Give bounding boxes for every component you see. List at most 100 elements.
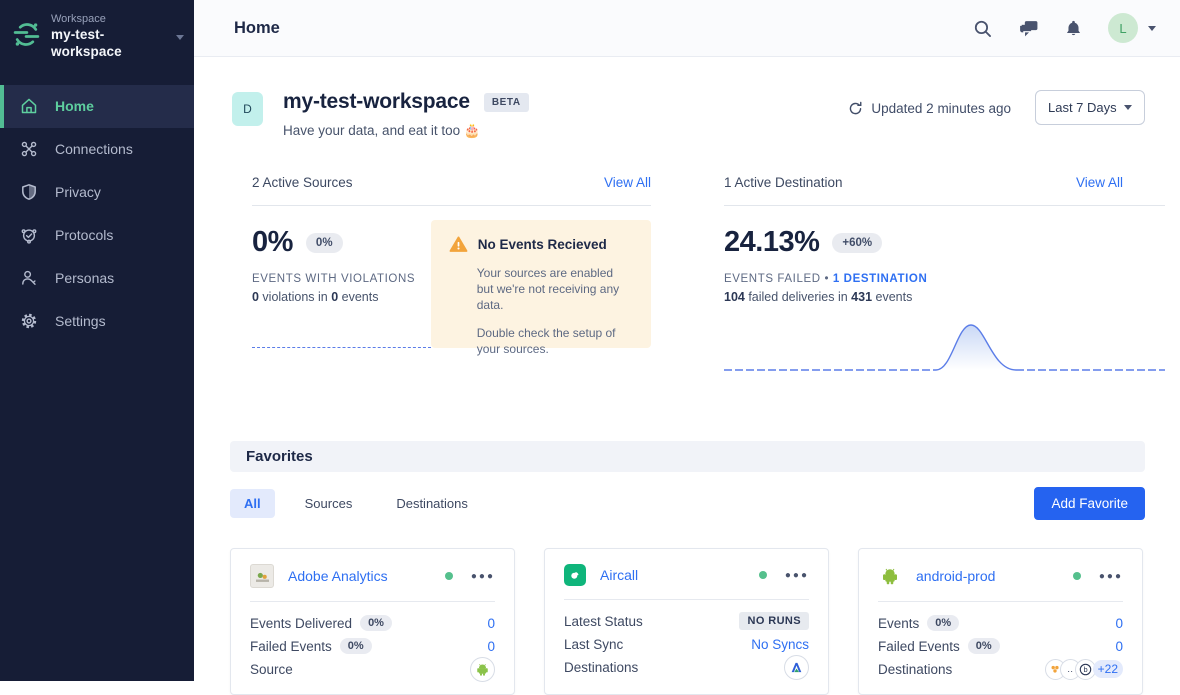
sidebar-item-label: Connections [55, 141, 133, 157]
time-range-select[interactable]: Last 7 Days [1035, 90, 1145, 125]
violations-stat: 0% 0% EVENTS WITH VIOLATIONS 0 violation… [252, 220, 431, 348]
connections-icon [20, 140, 38, 158]
aircall-icon [564, 564, 586, 586]
protocols-icon [20, 226, 38, 244]
sidebar-item-protocols[interactable]: Protocols [0, 214, 194, 257]
notifications-button[interactable] [1064, 19, 1083, 38]
row-badge: 0% [968, 638, 1000, 654]
row-label: Events Delivered [250, 616, 352, 631]
search-button[interactable] [972, 18, 993, 39]
workspace-subtitle: Have your data, and eat it too 🎂 [283, 123, 529, 139]
card-row: Last Sync No Syncs [564, 633, 809, 655]
updated-text: Updated 2 minutes ago [871, 101, 1011, 116]
row-value-link[interactable]: 0 [1115, 639, 1123, 654]
card-row: Latest Status NO RUNS [564, 610, 809, 632]
row-label: Destinations [564, 660, 638, 675]
status-dot [1073, 572, 1081, 580]
favorites-section-header: Favorites [230, 441, 1145, 472]
warning-icon [449, 235, 468, 254]
row-label: Latest Status [564, 614, 643, 629]
row-label: Source [250, 662, 293, 677]
workspace-title: my-test-workspace [283, 90, 470, 114]
main-content: D my-test-workspace BETA Have your data,… [194, 57, 1180, 681]
events-failed-detail: 104 failed deliveries in 431 events [724, 290, 1165, 304]
warning-line2: Double check the setup of your sources. [477, 325, 633, 357]
bell-icon [1064, 19, 1083, 38]
workspace-label: Workspace [51, 13, 163, 27]
row-value-link[interactable]: 0 [487, 639, 495, 654]
violations-detail: 0 violations in 0 events [252, 290, 431, 304]
violations-delta-badge: 0% [306, 233, 343, 253]
sidebar-nav: Home Connections Privacy Protocols Perso… [0, 85, 194, 343]
chat-button[interactable] [1018, 18, 1039, 39]
add-favorite-button[interactable]: Add Favorite [1034, 487, 1145, 520]
warning-line1: Your sources are enabled but we're not r… [477, 265, 633, 314]
card-row: Events Delivered 0% 0 [250, 612, 495, 634]
home-icon [20, 97, 38, 115]
destination-cluster[interactable]: ‥ b +22 [1045, 659, 1123, 680]
active-destination-header: 1 Active Destination [724, 175, 843, 190]
privacy-icon [20, 183, 38, 201]
events-failed-delta-badge: +60% [832, 233, 882, 253]
status-dot [445, 572, 453, 580]
sidebar-item-settings[interactable]: Settings [0, 300, 194, 343]
sidebar-item-label: Home [55, 98, 94, 114]
sidebar-item-label: Settings [55, 313, 106, 329]
workspace-switcher[interactable]: Workspace my-test-workspace [0, 0, 194, 77]
status-badge: NO RUNS [739, 612, 809, 630]
search-icon [972, 18, 993, 39]
settings-icon [20, 312, 38, 330]
events-failed-metric-label: EVENTS FAILED • 1 DESTINATION [724, 273, 1165, 285]
row-label: Failed Events [878, 639, 960, 654]
tab-sources[interactable]: Sources [291, 489, 367, 518]
card-title-link[interactable]: Adobe Analytics [288, 568, 445, 584]
row-value-link[interactable]: 0 [1115, 616, 1123, 631]
chat-icon [1018, 18, 1039, 39]
active-sources-header: 2 Active Sources [252, 175, 353, 190]
tab-all[interactable]: All [230, 489, 275, 518]
chevron-down-icon [1124, 105, 1132, 114]
events-failed-sparkline [724, 316, 1165, 379]
favorite-card-android-prod: android-prod ●●● Events 0% 0 Failed Even… [858, 548, 1143, 695]
ellipsis-menu-icon[interactable]: ●●● [471, 571, 495, 582]
warning-title: No Events Recieved [478, 237, 607, 252]
status-dot [759, 571, 767, 579]
card-row: Failed Events 0% 0 [250, 635, 495, 657]
sidebar-item-privacy[interactable]: Privacy [0, 171, 194, 214]
destination-count-link[interactable]: 1 DESTINATION [833, 273, 927, 285]
card-title-link[interactable]: android-prod [916, 568, 1073, 584]
row-badge: 0% [927, 615, 959, 631]
more-destinations-badge[interactable]: +22 [1093, 660, 1123, 678]
destinations-overview: 1 Active Destination View All 24.13% +60… [724, 175, 1165, 379]
row-label: Last Sync [564, 637, 623, 652]
ellipsis-menu-icon[interactable]: ●●● [1099, 571, 1123, 582]
destinations-view-all-link[interactable]: View All [1076, 175, 1123, 190]
workspace-avatar: D [232, 92, 263, 126]
topbar: Home L [194, 0, 1180, 57]
refresh-icon [848, 101, 863, 116]
chevron-down-icon [1148, 26, 1156, 35]
personas-icon [20, 269, 38, 287]
sources-view-all-link[interactable]: View All [604, 175, 651, 190]
avatar: L [1108, 13, 1138, 43]
android-icon [878, 564, 902, 588]
sidebar-item-home[interactable]: Home [0, 85, 194, 128]
row-value-link[interactable]: No Syncs [751, 637, 809, 652]
android-icon[interactable] [470, 657, 495, 682]
violations-metric-label: EVENTS WITH VIOLATIONS [252, 273, 431, 285]
card-row: Events 0% 0 [878, 612, 1123, 634]
segment-logo-icon [13, 21, 40, 53]
card-title-link[interactable]: Aircall [600, 567, 759, 583]
sidebar-item-connections[interactable]: Connections [0, 128, 194, 171]
row-label: Failed Events [250, 639, 332, 654]
aircall-destination-icon[interactable] [784, 655, 809, 680]
ellipsis-menu-icon[interactable]: ●●● [785, 570, 809, 581]
row-value-link[interactable]: 0 [487, 616, 495, 631]
card-row: Source [250, 658, 495, 680]
sidebar-item-label: Protocols [55, 227, 113, 243]
tab-destinations[interactable]: Destinations [382, 489, 482, 518]
user-menu[interactable]: L [1108, 13, 1156, 43]
sources-overview: 2 Active Sources View All 0% 0% EVENTS W… [252, 175, 651, 379]
sidebar-item-personas[interactable]: Personas [0, 257, 194, 300]
refresh-status[interactable]: Updated 2 minutes ago [848, 101, 1011, 116]
